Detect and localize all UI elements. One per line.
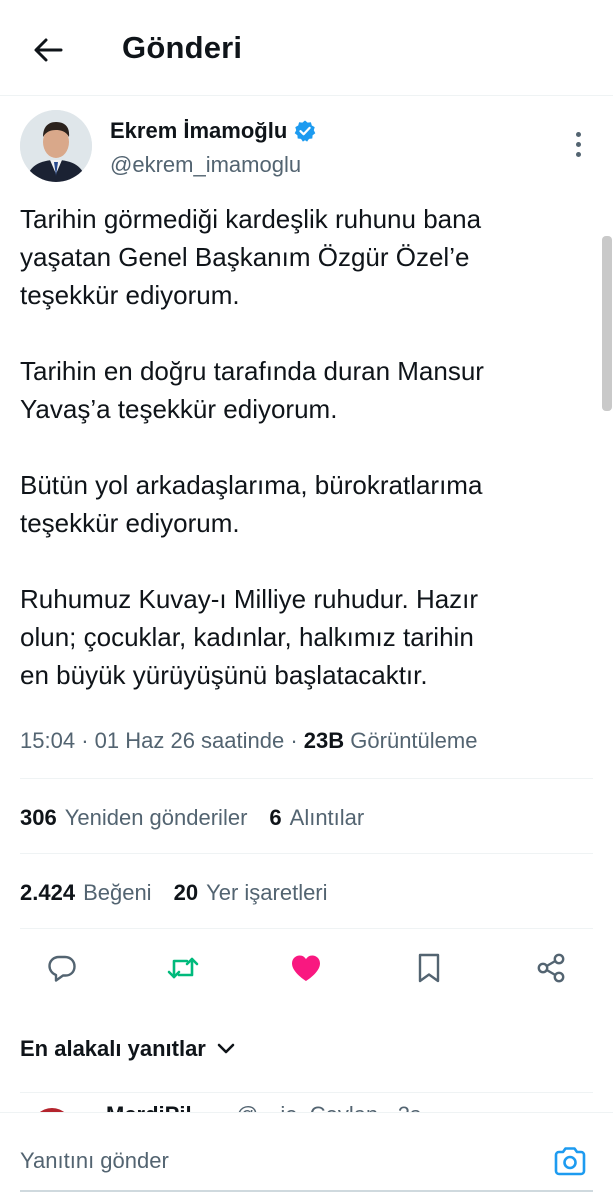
reply-icon: [48, 955, 76, 982]
tweet-meta: 15:04 · 01 Haz 26 saatinde · 23B Görüntü…: [20, 728, 477, 754]
retweet-icon: [167, 957, 199, 979]
input-underline: [20, 1190, 593, 1192]
divider: [20, 853, 593, 854]
back-button[interactable]: [26, 30, 70, 70]
replies-sort-dropdown[interactable]: En alakalı yanıtlar: [20, 1036, 236, 1062]
sort-label: En alakalı yanıtlar: [20, 1036, 206, 1061]
reply-composer: [0, 1112, 613, 1200]
like-button[interactable]: [282, 944, 330, 992]
tweet-text: Tarihin görmediği kardeşlik ruhunu bana …: [20, 204, 484, 690]
retweet-button[interactable]: [159, 944, 207, 992]
tweet-date[interactable]: 01 Haz 26 saatinde: [95, 728, 285, 753]
likes-count: 2.424: [20, 880, 76, 905]
more-options-button[interactable]: [562, 124, 594, 164]
author-avatar[interactable]: [20, 110, 92, 182]
likes-stat[interactable]: 2.424 Beğeni: [20, 880, 152, 906]
quotes-stat[interactable]: 6 Alıntılar: [269, 805, 364, 831]
camera-icon: [554, 1147, 586, 1176]
reply-button[interactable]: [38, 944, 86, 992]
bookmark-icon: [418, 953, 440, 983]
divider: [20, 778, 593, 779]
stats-row-reposts: 306 Yeniden gönderiler 6 Alıntılar: [20, 805, 364, 831]
reply-input[interactable]: [20, 1143, 520, 1179]
retweets-label: Yeniden gönderiler: [64, 805, 248, 830]
bookmarks-label: Yer işaretleri: [206, 880, 328, 905]
bookmarks-stat[interactable]: 20 Yer işaretleri: [174, 880, 328, 906]
more-dot-icon: [575, 151, 581, 157]
chevron-down-icon: [217, 1043, 235, 1054]
views-count: 23B: [303, 728, 345, 753]
top-app-bar: Gönderi: [0, 0, 613, 96]
stats-row-likes: 2.424 Beğeni 20 Yer işaretleri: [20, 880, 328, 906]
meta-separator: ·: [290, 728, 304, 753]
share-icon: [537, 953, 565, 983]
bookmark-button[interactable]: [405, 944, 453, 992]
page-title: Gönderi: [122, 30, 243, 65]
bookmarks-count: 20: [173, 880, 199, 905]
retweets-count: 306: [20, 805, 57, 830]
avatar-image: [20, 110, 92, 182]
author-name-text: Ekrem İmamoğlu: [110, 118, 288, 143]
more-dot-icon: [575, 141, 581, 147]
retweets-stat[interactable]: 306 Yeniden gönderiler: [20, 805, 247, 831]
share-button[interactable]: [527, 944, 575, 992]
likes-label: Beğeni: [83, 880, 152, 905]
divider: [20, 1092, 593, 1093]
scrollbar-thumb[interactable]: [602, 236, 612, 411]
heart-icon: [292, 955, 320, 981]
meta-separator: ·: [81, 728, 95, 753]
more-dot-icon: [575, 131, 581, 137]
verified-badge-icon: [294, 120, 316, 142]
divider: [20, 928, 593, 929]
views-label: Görüntüleme: [350, 728, 478, 753]
author-name[interactable]: Ekrem İmamoğlu: [110, 118, 317, 144]
quotes-label: Alıntılar: [289, 805, 365, 830]
action-bar: [0, 944, 613, 996]
camera-button[interactable]: [550, 1143, 590, 1179]
author-handle[interactable]: @ekrem_imamoglu: [110, 152, 301, 178]
tweet-time[interactable]: 15:04: [20, 728, 75, 753]
quotes-count: 6: [269, 805, 282, 830]
arrow-left-icon: [34, 38, 63, 62]
